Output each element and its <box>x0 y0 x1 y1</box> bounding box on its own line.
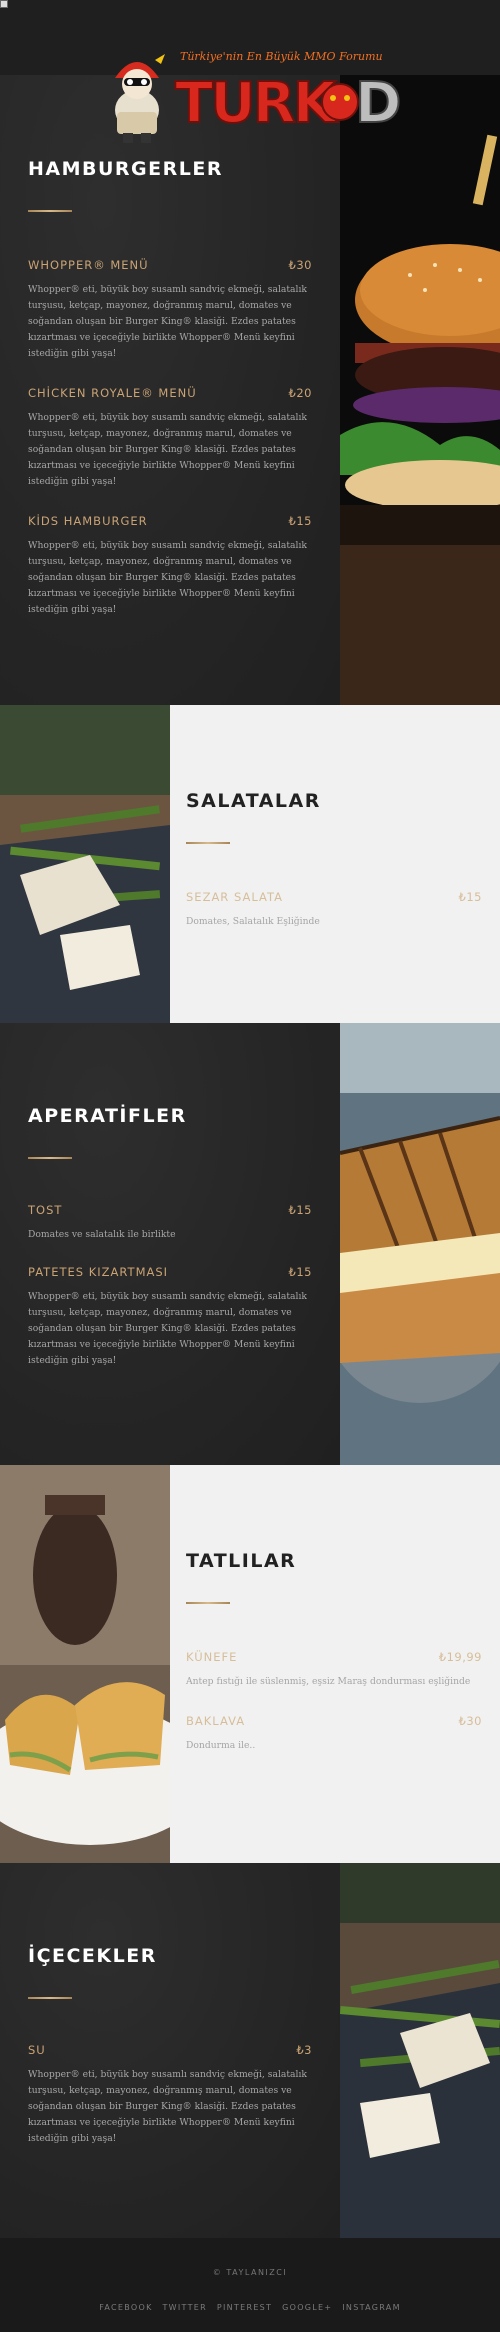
title-divider <box>186 842 230 844</box>
item-description: Dondurma ile.. <box>186 1740 256 1751</box>
menu-item[interactable]: PATETES KIZARTMASI ₺15 Whopper® eti, büy… <box>28 1265 312 1369</box>
burger-photo <box>340 75 500 705</box>
item-price: ₺15 <box>288 1203 312 1217</box>
dessert-photo <box>0 1465 170 1863</box>
section-aperatifler: APERATİFLER TOST ₺15 Domates ve salatalı… <box>0 1023 500 1465</box>
menu-item[interactable]: KİDS HAMBURGER ₺15 Whopper® eti, büyük b… <box>28 514 312 618</box>
item-price: ₺15 <box>288 1265 312 1279</box>
section-title: APERATİFLER <box>28 1105 187 1127</box>
svg-text:D: D <box>355 71 399 136</box>
item-price: ₺15 <box>458 890 482 904</box>
menu-item[interactable]: TOST ₺15 Domates ve salatalık ile birlik… <box>28 1203 312 1243</box>
menu-item[interactable]: CHİCKEN ROYALE® MENÜ ₺20 Whopper® eti, b… <box>28 386 312 490</box>
facebook-link[interactable]: FACEBOOK <box>99 2303 152 2312</box>
svg-text:TURK: TURK <box>175 71 339 136</box>
item-price: ₺20 <box>288 386 312 400</box>
item-description: Whopper® eti, büyük boy susamlı sandviç … <box>28 540 307 615</box>
section-icecekler: İÇECEKLER SU ₺3 Whopper® eti, büyük boy … <box>0 1863 500 2238</box>
menu-panel: SALATALAR SEZAR SALATA ₺15 Domates, Sala… <box>170 705 500 1023</box>
logo-tagline: Türkiye'nin En Büyük MMO Forumu <box>180 50 383 63</box>
item-description: Domates, Salatalık Eşliğinde <box>186 916 320 927</box>
item-description: Whopper® eti, büyük boy susamlı sandviç … <box>28 1291 307 1366</box>
item-name: PATETES KIZARTMASI <box>28 1265 169 1279</box>
instagram-link[interactable]: INSTAGRAM <box>342 2303 401 2312</box>
item-price: ₺3 <box>296 2043 312 2057</box>
google-plus-link[interactable]: GOOGLE+ <box>282 2303 332 2312</box>
item-price: ₺19,99 <box>438 1650 482 1664</box>
social-links: FACEBOOK TWITTER PINTEREST GOOGLE+ INSTA… <box>0 2303 500 2312</box>
title-divider <box>28 210 72 212</box>
item-name: BAKLAVA <box>186 1714 246 1728</box>
menu-item[interactable]: KÜNEFE ₺19,99 Antep fıstığı ile süslenmi… <box>186 1650 482 1690</box>
item-name: WHOPPER® MENÜ <box>28 258 149 272</box>
section-title: HAMBURGERLER <box>28 158 223 180</box>
item-name: KİDS HAMBURGER <box>28 514 148 528</box>
footer: © TAYLANIZCI FACEBOOK TWITTER PINTEREST … <box>0 2238 500 2332</box>
broken-image-icon <box>0 0 8 8</box>
item-name: SU <box>28 2043 46 2057</box>
pinterest-link[interactable]: PINTEREST <box>217 2303 272 2312</box>
item-description: Whopper® eti, büyük boy susamlı sandviç … <box>28 2069 307 2144</box>
item-price: ₺15 <box>288 514 312 528</box>
section-hamburgerler: HAMBURGERLER WHOPPER® MENÜ ₺30 Whopper® … <box>0 75 500 705</box>
section-salatalar: SALATALAR SEZAR SALATA ₺15 Domates, Sala… <box>0 705 500 1023</box>
copyright-text: © TAYLANIZCI <box>212 2268 288 2277</box>
menu-panel: HAMBURGERLER WHOPPER® MENÜ ₺30 Whopper® … <box>0 75 340 705</box>
mascot-icon <box>115 54 165 143</box>
logo-wordmark: TURK D <box>174 70 403 137</box>
item-price: ₺30 <box>288 258 312 272</box>
menu-panel: APERATİFLER TOST ₺15 Domates ve salatalı… <box>0 1023 340 1465</box>
toast-photo <box>340 1023 500 1465</box>
twitter-link[interactable]: TWITTER <box>163 2303 208 2312</box>
menu-item[interactable]: BAKLAVA ₺30 Dondurma ile.. <box>186 1714 482 1754</box>
menu-item[interactable]: SEZAR SALATA ₺15 Domates, Salatalık Eşli… <box>186 890 482 930</box>
item-description: Whopper® eti, büyük boy susamlı sandviç … <box>28 412 307 487</box>
item-description: Antep fıstığı ile süslenmiş, eşsiz Maraş… <box>186 1676 471 1687</box>
item-name: KÜNEFE <box>186 1650 238 1664</box>
menu-panel: TATLILAR KÜNEFE ₺19,99 Antep fıstığı ile… <box>170 1465 500 1863</box>
item-name: SEZAR SALATA <box>186 890 283 904</box>
item-description: Whopper® eti, büyük boy susamlı sandviç … <box>28 284 307 359</box>
section-title: SALATALAR <box>186 790 321 812</box>
title-divider <box>28 1157 72 1159</box>
item-description: Domates ve salatalık ile birlikte <box>28 1229 176 1240</box>
section-title: İÇECEKLER <box>28 1945 157 1967</box>
menu-item[interactable]: WHOPPER® MENÜ ₺30 Whopper® eti, büyük bo… <box>28 258 312 362</box>
drinks-photo <box>340 1863 500 2238</box>
item-name: TOST <box>28 1203 63 1217</box>
menu-panel: İÇECEKLER SU ₺3 Whopper® eti, büyük boy … <box>0 1863 340 2238</box>
item-price: ₺30 <box>458 1714 482 1728</box>
section-tatlilar: TATLILAR KÜNEFE ₺19,99 Antep fıstığı ile… <box>0 1465 500 1863</box>
section-title: TATLILAR <box>186 1550 297 1572</box>
salad-photo <box>0 705 170 1023</box>
title-divider <box>28 1997 72 1999</box>
site-logo[interactable]: Türkiye'nin En Büyük MMO Forumu TURK D <box>95 40 415 150</box>
item-name: CHİCKEN ROYALE® MENÜ <box>28 386 197 400</box>
title-divider <box>186 1602 230 1604</box>
menu-item[interactable]: SU ₺3 Whopper® eti, büyük boy susamlı sa… <box>28 2043 312 2147</box>
